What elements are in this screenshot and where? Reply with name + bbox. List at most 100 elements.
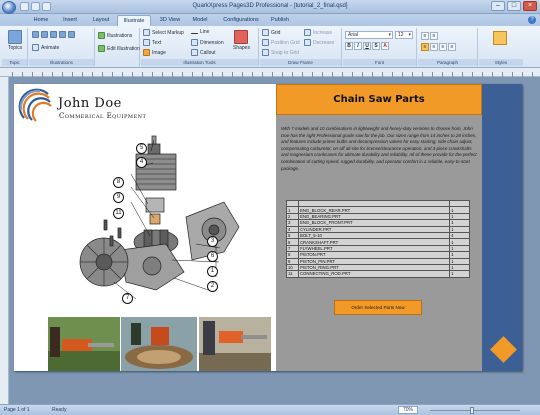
topics-button[interactable]: Topics: [8, 30, 22, 51]
horizontal-ruler: [0, 68, 540, 77]
text-icon: [143, 39, 150, 46]
callout-11[interactable]: 11: [113, 208, 124, 219]
document-page[interactable]: John Doe Commerical Equipment 5 4 8 9 11…: [14, 84, 522, 371]
callout-1[interactable]: 1: [207, 266, 218, 277]
navigation-buttons: [32, 31, 75, 38]
cursor-icon: [143, 29, 150, 36]
tab-illustrate[interactable]: Illustrate: [117, 15, 151, 26]
edit-illustration-label: Edit Illustration: [107, 45, 140, 52]
previous-icon[interactable]: [41, 31, 48, 38]
chainsaw-photo-2: [121, 317, 197, 371]
callout-icon: [191, 49, 198, 56]
chainsaw-photo-3: [199, 317, 271, 371]
vertical-ruler: [0, 77, 9, 404]
styles-icon[interactable]: [493, 31, 507, 45]
next-icon[interactable]: [59, 31, 66, 38]
chainsaw-photo-1: [48, 317, 120, 371]
image-button[interactable]: Image: [143, 49, 166, 56]
parts-table[interactable]: 1 ENG_BLOCK_REAR.PRT 1 2 ENG_BEARING.PRT 1 3 EN…: [286, 199, 470, 278]
align-center-icon[interactable]: ≡: [430, 43, 438, 51]
line-icon: [191, 33, 198, 34]
bullets-icon[interactable]: ≡: [421, 32, 429, 40]
dimension-button[interactable]: Dimension: [191, 39, 224, 46]
text-label: Text: [152, 39, 162, 46]
company-logo: [18, 88, 52, 122]
snap-to-grid-label: Snap to Grid: [271, 49, 300, 56]
callout-4[interactable]: 4: [136, 157, 147, 168]
part-name-cell: CONNECTING_ROD.PRT: [297, 270, 451, 278]
group-label-illustrations: Illustrations: [29, 59, 94, 66]
callout-7[interactable]: 7: [122, 293, 133, 304]
italic-icon[interactable]: I: [354, 42, 362, 50]
select-markup-button[interactable]: Select Markup: [143, 29, 184, 36]
first-icon[interactable]: [32, 31, 39, 38]
select-markup-label: Select Markup: [152, 29, 184, 36]
ribbon-group-illustration-tools: Select Markup Text Image Line Dimension …: [141, 28, 259, 66]
position-grid-button[interactable]: Position Grid: [262, 39, 300, 46]
zoom-slider-thumb[interactable]: [470, 407, 474, 414]
callout-9[interactable]: 9: [113, 192, 124, 203]
shapes-label: Shapes: [233, 45, 250, 51]
justify-icon[interactable]: ≡: [448, 43, 456, 51]
table-row[interactable]: 11 CONNECTING_ROD.PRT 1: [286, 270, 470, 278]
numbering-icon[interactable]: ≡: [430, 32, 438, 40]
tab-insert[interactable]: Insert: [58, 15, 82, 26]
zoom-level[interactable]: 70%: [398, 406, 418, 414]
illustrations-label: Illustrations: [107, 32, 133, 39]
tab-configurations[interactable]: Configurations: [218, 15, 264, 26]
help-icon[interactable]: ?: [528, 16, 536, 24]
callout-6[interactable]: 6: [207, 251, 218, 262]
order-selected-parts-button[interactable]: Order Selected Parts Now: [334, 300, 422, 315]
callout-2[interactable]: 2: [207, 281, 218, 292]
banner-title: Chain Saw Parts: [276, 84, 482, 115]
ribbon-tab-row: Home Insert Layout Illustrate 3D View Mo…: [0, 14, 540, 26]
illustrations-button[interactable]: Illustrations: [98, 32, 132, 39]
company-subtitle: Commerical Equipment: [59, 112, 147, 120]
shapes-button[interactable]: Shapes: [233, 30, 250, 51]
ribbon-group-font: Arial 12 B I U S A Font: [343, 28, 417, 66]
maximize-button[interactable]: □: [507, 1, 521, 11]
text-button[interactable]: Text: [143, 39, 161, 46]
tab-layout[interactable]: Layout: [88, 15, 114, 26]
topics-label: Topics: [8, 45, 23, 51]
increase-button[interactable]: Increase: [304, 29, 332, 36]
group-label-styles: Styles: [479, 59, 523, 66]
decrease-button[interactable]: Decrease: [304, 39, 334, 46]
tab-home[interactable]: Home: [30, 15, 52, 26]
tab-publish[interactable]: Publish: [266, 15, 294, 26]
window-controls: – □ ×: [491, 1, 537, 11]
font-color-icon[interactable]: A: [381, 42, 389, 50]
group-label-draw-frame: Draw Frame: [260, 59, 341, 66]
align-right-icon[interactable]: ≡: [439, 43, 447, 51]
image-label: Image: [152, 49, 166, 56]
callout-3[interactable]: 3: [207, 236, 218, 247]
zoom-slider[interactable]: [430, 410, 520, 411]
part-number-cell: 11: [286, 270, 299, 278]
snap-to-grid-button[interactable]: Snap to Grid: [262, 49, 299, 56]
tab-model[interactable]: Model: [188, 15, 212, 26]
edit-illustration-button[interactable]: Edit Illustration: [98, 45, 140, 52]
last-icon[interactable]: [68, 31, 75, 38]
strikethrough-icon[interactable]: S: [372, 42, 380, 50]
play-icon[interactable]: [50, 31, 57, 38]
callout-8[interactable]: 8: [113, 177, 124, 188]
minimize-button[interactable]: –: [491, 1, 505, 11]
bold-icon[interactable]: B: [345, 42, 353, 50]
exploded-chainsaw-engine-illustration[interactable]: [74, 132, 264, 312]
font-size-select[interactable]: 12: [395, 31, 413, 39]
close-button[interactable]: ×: [523, 1, 537, 11]
font-name-select[interactable]: Arial: [345, 31, 393, 39]
page-count: Page 1 of 1: [4, 407, 30, 413]
position-grid-icon: [262, 39, 269, 46]
underline-icon[interactable]: U: [363, 42, 371, 50]
callout-label: Callout: [200, 49, 216, 56]
decrease-icon: [304, 39, 311, 46]
align-left-icon[interactable]: ≡: [421, 43, 429, 51]
increase-icon: [304, 29, 311, 36]
grid-button[interactable]: Grid: [262, 29, 280, 36]
callout-5[interactable]: 5: [136, 143, 147, 154]
callout-button[interactable]: Callout: [191, 49, 216, 56]
tab-3d-view[interactable]: 3D View: [156, 15, 184, 26]
animate-checkbox[interactable]: Animate: [32, 44, 59, 51]
line-button[interactable]: Line: [191, 29, 209, 35]
